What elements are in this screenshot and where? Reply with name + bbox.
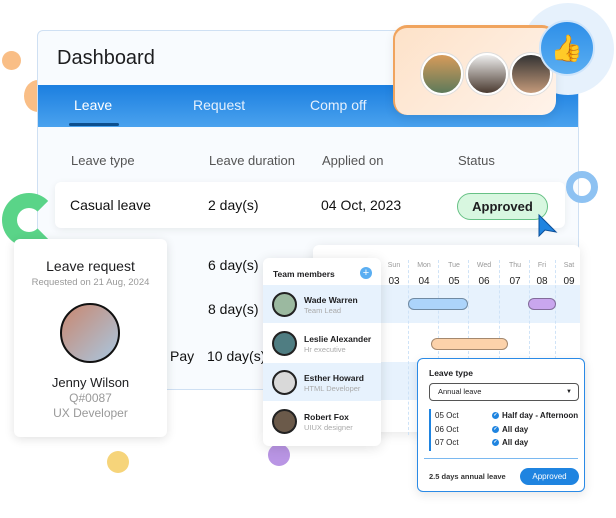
leave-detail-popup: Leave type Annual leave ▼ 05 Oct 06 Oct 0… [417, 358, 585, 492]
avatar [272, 370, 297, 395]
member-role: Team Lead [304, 306, 342, 315]
member-name: Leslie Alexander [304, 334, 372, 344]
member-role: HTML Developer [304, 384, 361, 393]
check-icon: ✓ [492, 439, 499, 447]
check-icon: ✓ [492, 412, 499, 420]
cell-duration: 2 day(s) [208, 197, 259, 213]
member-name: Wade Warren [304, 295, 358, 305]
select-value: Annual leave [438, 387, 482, 396]
divider [424, 458, 578, 459]
day-number: 08 [536, 276, 548, 287]
cell-type: Casual leave [70, 197, 151, 213]
day-label: Sat [563, 262, 575, 269]
team-members-panel: Team members + Wade Warren Team Lead Lesl… [263, 258, 381, 446]
col-status: Status [458, 153, 495, 168]
day-label: Sun [387, 262, 401, 269]
requested-date: Requested on 21 Aug, 2024 [31, 277, 150, 288]
col-leave-duration: Leave duration [209, 153, 296, 168]
day-number: 03 [388, 276, 400, 287]
approved-button[interactable]: Approved [520, 468, 579, 485]
day-label: Tue [448, 262, 460, 269]
decor-yellow-dot [107, 451, 129, 473]
day-label: Mon [417, 262, 431, 269]
avatar [272, 292, 297, 317]
avatar [272, 331, 297, 356]
member-role: Hr executive [304, 345, 346, 354]
cell-applied: 04 Oct, 2023 [321, 197, 402, 213]
employee-id: Q#0087 [69, 391, 112, 405]
cell-duration: 6 day(s) [208, 257, 259, 273]
member-role: UIUX designer [304, 423, 353, 432]
tab-comp-off[interactable]: Comp off [310, 97, 367, 113]
avatar [60, 303, 120, 363]
list-item[interactable]: Robert Fox UIUX designer [263, 402, 381, 440]
entry-value: All day [502, 425, 529, 434]
day-label: Wed [476, 262, 492, 269]
add-member-icon[interactable]: + [360, 267, 372, 279]
entry-value: Half day - Afternoon [502, 411, 579, 420]
leave-type-select[interactable]: Annual leave ▼ [429, 383, 579, 401]
card-title: Leave request [46, 258, 135, 274]
day-label: Fri [537, 262, 547, 269]
member-name: Esther Howard [304, 373, 364, 383]
chevron-down-icon: ▼ [566, 389, 572, 395]
leave-bar[interactable] [408, 298, 468, 310]
check-icon: ✓ [492, 426, 499, 434]
popup-label: Leave type [429, 368, 473, 378]
employee-role: UX Developer [53, 406, 128, 420]
cell-duration: 8 day(s) [208, 301, 259, 317]
employee-name: Jenny Wilson [51, 375, 130, 390]
thumbs-up-icon: 👍 [539, 20, 595, 76]
entry-date: 07 Oct [435, 438, 459, 447]
member-name: Robert Fox [304, 412, 349, 422]
cell-duration: 10 day(s) [207, 348, 266, 364]
leave-bar[interactable] [431, 338, 508, 350]
day-number: 09 [563, 276, 575, 287]
tab-leave[interactable]: Leave [74, 97, 112, 113]
day-number: 05 [448, 276, 460, 287]
panel-title: Team members [273, 269, 335, 279]
leave-request-card: Leave request Requested on 21 Aug, 2024 … [14, 239, 167, 437]
leave-summary: 2.5 days annual leave [429, 472, 506, 481]
day-number: 06 [478, 276, 490, 287]
list-item[interactable]: Wade Warren Team Lead [263, 285, 381, 323]
decor-purple-dot [268, 444, 290, 466]
status-badge[interactable]: Approved [457, 193, 548, 220]
day-number: 04 [418, 276, 430, 287]
day-label: Thu [508, 262, 522, 269]
page-title: Dashboard [57, 47, 155, 69]
entry-value: All day [502, 438, 529, 447]
decor-blue-ring [566, 171, 598, 203]
entry-date: 05 Oct [435, 411, 459, 420]
decor-orange-dot [2, 51, 21, 70]
date-marker [429, 409, 431, 451]
list-item[interactable]: Esther Howard HTML Developer [263, 363, 381, 401]
team-photos-card [393, 25, 556, 115]
leave-bar[interactable] [528, 298, 556, 310]
day-number: 07 [509, 276, 521, 287]
avatar [421, 53, 463, 95]
avatar [272, 409, 297, 434]
col-leave-type: Leave type [71, 153, 135, 168]
entry-date: 06 Oct [435, 425, 459, 434]
avatar [466, 53, 508, 95]
col-applied-on: Applied on [322, 153, 384, 168]
cursor-icon [538, 213, 558, 238]
list-item[interactable]: Leslie Alexander Hr executive [263, 324, 381, 362]
cell-type: Pay [170, 348, 195, 364]
tab-request[interactable]: Request [193, 97, 245, 113]
active-tab-indicator [69, 123, 119, 126]
